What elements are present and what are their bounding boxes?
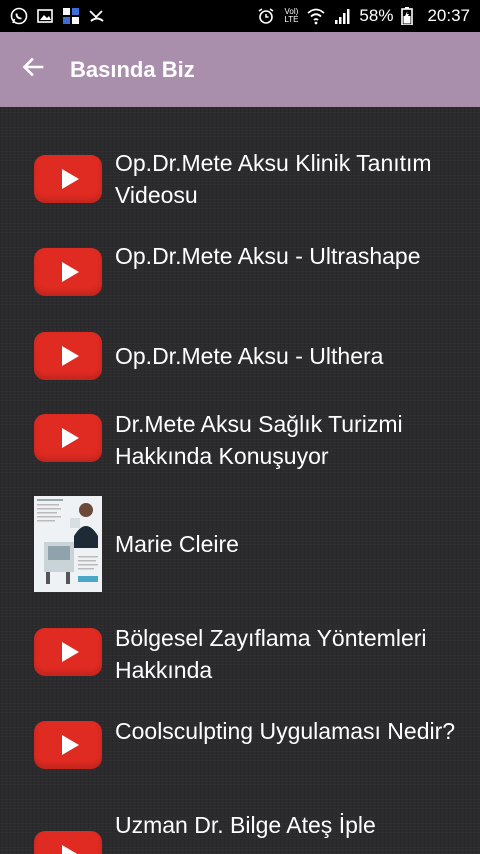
status-bar-right: Vol) LTE 58% 20:37 [257, 6, 470, 26]
list-item-label: Dr.Mete Aksu Sağlık Turizmi Hakkında Kon… [115, 411, 403, 469]
youtube-icon [34, 721, 102, 769]
signal-icon [333, 7, 351, 25]
volte-indicator: Vol) LTE [283, 8, 299, 24]
back-arrow-icon [21, 55, 45, 84]
clock: 20:37 [427, 6, 470, 25]
list-item-label: Uzman Dr. Bilge Ateş İple [115, 812, 376, 838]
list-item-label: Op.Dr.Mete Aksu - Ultrashape [115, 243, 421, 269]
list-item-label: Op.Dr.Mete Aksu - Ulthera [115, 343, 384, 369]
list-item[interactable]: Coolsculpting Uygulaması Nedir? [0, 715, 480, 779]
missed-call-icon [88, 7, 106, 25]
list-item[interactable]: Op.Dr.Mete Aksu - Ulthera [0, 332, 480, 380]
wifi-icon [307, 7, 326, 25]
list-item-label: Bölgesel Zayıflama Yöntemleri Hakkında [115, 625, 427, 683]
alarm-icon [257, 7, 275, 25]
list-item[interactable]: Bölgesel Zayıflama Yöntemleri Hakkında [0, 622, 480, 686]
page-title: Basında Biz [70, 56, 195, 82]
youtube-icon [34, 414, 102, 462]
gallery-icon [36, 7, 54, 25]
list-item[interactable]: Uzman Dr. Bilge Ateş İple [0, 809, 480, 854]
list-item-label: Coolsculpting Uygulaması Nedir? [115, 718, 456, 744]
list-item[interactable]: Dr.Mete Aksu Sağlık Turizmi Hakkında Kon… [0, 408, 480, 472]
list-item[interactable]: Op.Dr.Mete Aksu - Ultrashape [0, 240, 480, 304]
status-bar-left [10, 7, 106, 25]
app-bar: Basında Biz [0, 32, 480, 107]
magazine-thumbnail [34, 496, 102, 592]
press-list[interactable]: Op.Dr.Mete Aksu Klinik Tanıtım Videosu O… [0, 107, 480, 854]
status-bar: Vol) LTE 58% 20:37 [0, 0, 480, 32]
battery-icon [401, 7, 419, 26]
youtube-icon [34, 628, 102, 676]
list-item-label: Op.Dr.Mete Aksu Klinik Tanıtım Videosu [115, 150, 432, 208]
list-item[interactable]: Marie Cleire [0, 496, 480, 592]
list-item[interactable]: Op.Dr.Mete Aksu Klinik Tanıtım Videosu [0, 147, 480, 211]
list-item-label: Marie Cleire [115, 531, 239, 557]
back-button[interactable] [18, 55, 48, 85]
youtube-icon [34, 332, 102, 380]
youtube-icon [34, 831, 102, 854]
youtube-icon [34, 155, 102, 203]
sim-icon [62, 7, 80, 25]
whatsapp-icon [10, 7, 28, 25]
youtube-icon [34, 248, 102, 296]
volte-bottom-label: LTE [284, 15, 299, 24]
battery-percent: 58% [359, 6, 394, 25]
